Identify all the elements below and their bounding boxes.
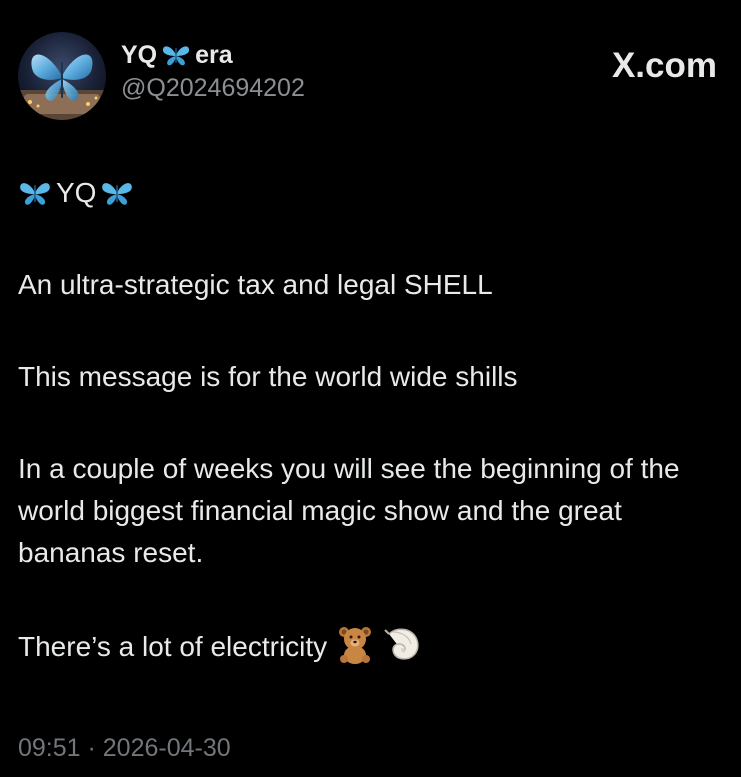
butterfly-avatar-icon bbox=[18, 32, 106, 120]
brand-label: X.com bbox=[611, 46, 717, 85]
post-paragraph-4-text: There’s a lot of electricity bbox=[18, 631, 328, 662]
post-paragraph-2: This message is for the world wide shill… bbox=[18, 361, 518, 392]
user-handle[interactable]: @Q2024694202 bbox=[121, 72, 305, 104]
butterfly-icon bbox=[102, 183, 133, 205]
display-name-part-1: YQ bbox=[121, 41, 158, 69]
post-paragraph-4: There’s a lot of electricity bbox=[18, 624, 730, 668]
display-name[interactable]: YQ era bbox=[121, 40, 305, 70]
post-paragraph-1: An ultra-strategic tax and legal SHELL bbox=[18, 269, 493, 300]
post-timestamp[interactable]: 09:51 · 2026-04-30 bbox=[18, 731, 231, 765]
avatar[interactable] bbox=[18, 32, 106, 120]
spiral-shell-icon bbox=[384, 628, 419, 660]
butterfly-icon bbox=[20, 183, 50, 205]
post-body: YQ An ultra-strategic tax and legal SHEL… bbox=[18, 172, 730, 668]
butterfly-icon bbox=[163, 46, 190, 66]
post-header: YQ era @Q2024694202 X.com bbox=[18, 30, 723, 122]
display-name-part-2: era bbox=[195, 41, 233, 69]
author-names: YQ era @Q2024694202 bbox=[121, 40, 305, 104]
signature-text: YQ bbox=[56, 177, 97, 208]
teddy-bear-icon bbox=[338, 627, 371, 664]
post-paragraph-3: In a couple of weeks you will see the be… bbox=[18, 453, 680, 568]
post-signature: YQ bbox=[18, 172, 730, 214]
